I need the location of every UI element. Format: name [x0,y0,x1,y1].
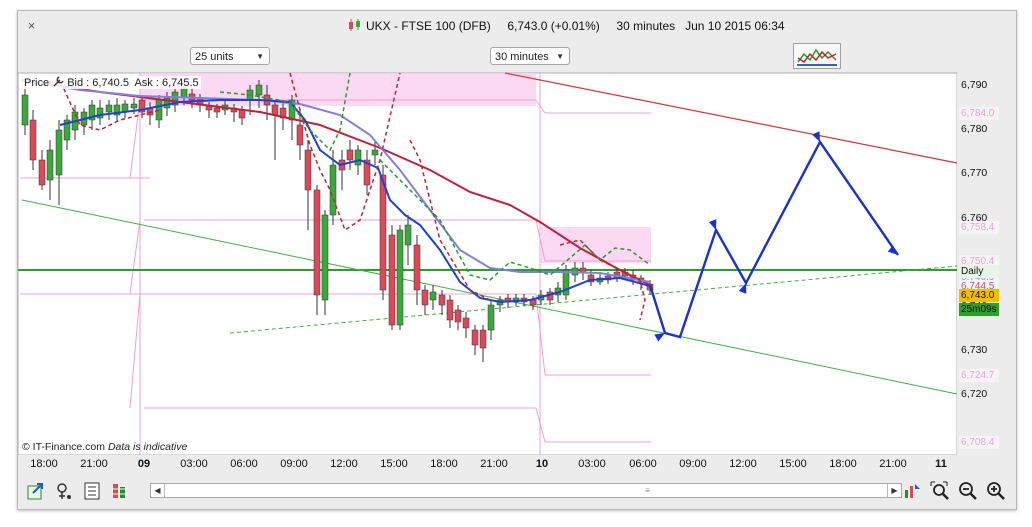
candle-body [404,224,412,246]
bottom-toolbar: ◀ ≡ ▶ [17,477,1015,507]
x-tick-label: 18:00 [430,458,458,470]
daily-tag: Daily [959,265,999,278]
x-tick-label: 15:00 [380,458,408,470]
countdown-tag: 25m09s [959,303,999,316]
x-tick-label: 03:00 [180,458,208,470]
candle-body [21,94,29,126]
y-tick-label: 6,770 [961,167,988,180]
last-price-tag: 6,743.0 [959,289,999,302]
candle-body [38,159,46,186]
candle-body [29,119,37,161]
candle-body [388,234,396,326]
x-tick-label: 18:00 [829,458,857,470]
candle-body [130,103,138,109]
y-tick-label: 6,730 [961,344,988,357]
horizontal-scrollbar[interactable]: ◀ ≡ ▶ [150,483,902,498]
x-tick-label: 09 [137,458,151,470]
x-axis-panel [18,455,1015,477]
plot-area [17,72,958,456]
x-tick-label: 12:00 [330,458,358,470]
candle-body [487,304,495,331]
price-level-tag: 6,708.4 [959,436,999,449]
zoom-out-icon[interactable] [957,480,979,502]
price-level-tag: 6,758.4 [959,221,999,234]
wrench-icon[interactable] [52,76,64,87]
x-tick-label: 10 [535,458,549,470]
candle-body [329,164,337,216]
x-tick-label: 06:00 [629,458,657,470]
tools-icon[interactable] [53,480,75,502]
candle-body [379,174,387,291]
candle-body [429,291,437,301]
price-level-tag: 6,784.0 [959,107,999,120]
x-tick-label: 09:00 [280,458,308,470]
scroll-left-icon[interactable]: ◀ [151,484,165,497]
zoom-in-icon[interactable] [985,480,1007,502]
y-tick-label: 6,790 [961,79,988,91]
x-tick-label: 15:00 [779,458,807,470]
export-icon[interactable] [25,480,47,502]
x-tick-label: 21:00 [480,458,508,470]
x-tick-label: 18:00 [30,458,58,470]
candle-body [438,294,446,306]
scroll-thumb[interactable]: ≡ [641,485,654,496]
candle-body [371,149,379,156]
price-info: Price Bid : 6,740.5 Ask : 6,745.5 [22,76,201,89]
candle-body [271,104,279,116]
candle-body [46,149,54,181]
copyright-text: © IT-Finance.com [22,441,106,453]
y-tick-label: 6,780 [961,123,988,136]
candle-body [471,329,479,346]
disclaimer-text: Data is indicative [107,441,188,453]
candle-body [346,149,354,161]
calculator-icon[interactable] [81,480,103,502]
candle-body [296,124,304,146]
candle-body [354,149,362,166]
candle-body [213,107,221,113]
candle-body [155,99,163,121]
x-tick-label: 12:00 [729,458,757,470]
candle-body [238,109,246,119]
candle-body [421,289,429,306]
x-tick-label: 21:00 [80,458,108,470]
scroll-right-icon[interactable]: ▶ [887,484,901,497]
candle-body [454,309,462,323]
y-tick-label: 6,720 [961,388,988,401]
candle-body [462,317,470,329]
x-tick-label: 09:00 [679,458,707,470]
x-tick-label: 06:00 [230,458,258,470]
candle-body [313,189,321,296]
candle-body [304,149,312,191]
candle-body [579,267,587,273]
bars-icon[interactable] [109,480,131,502]
candle-body [255,84,263,96]
candle-body [55,129,63,176]
price-level-tag: 6,724.7 [959,369,999,382]
candle-body [396,229,404,326]
price-label: Price [24,77,50,89]
copyright-note: © IT-Finance.com Data is indicative [22,441,187,453]
x-tick-label: 21:00 [879,458,907,470]
zoom-fit-icon[interactable] [929,480,951,502]
candle-body [105,104,113,113]
candle-body [413,244,421,291]
candle-body [446,299,454,321]
candle-body [321,214,329,301]
bid-ask-text: Bid : 6,740.5 Ask : 6,745.5 [67,77,199,89]
alert-icon[interactable] [901,480,923,502]
x-tick-label: 03:00 [578,458,606,470]
x-tick-label: 11 [935,458,947,470]
candle-body [479,329,487,349]
